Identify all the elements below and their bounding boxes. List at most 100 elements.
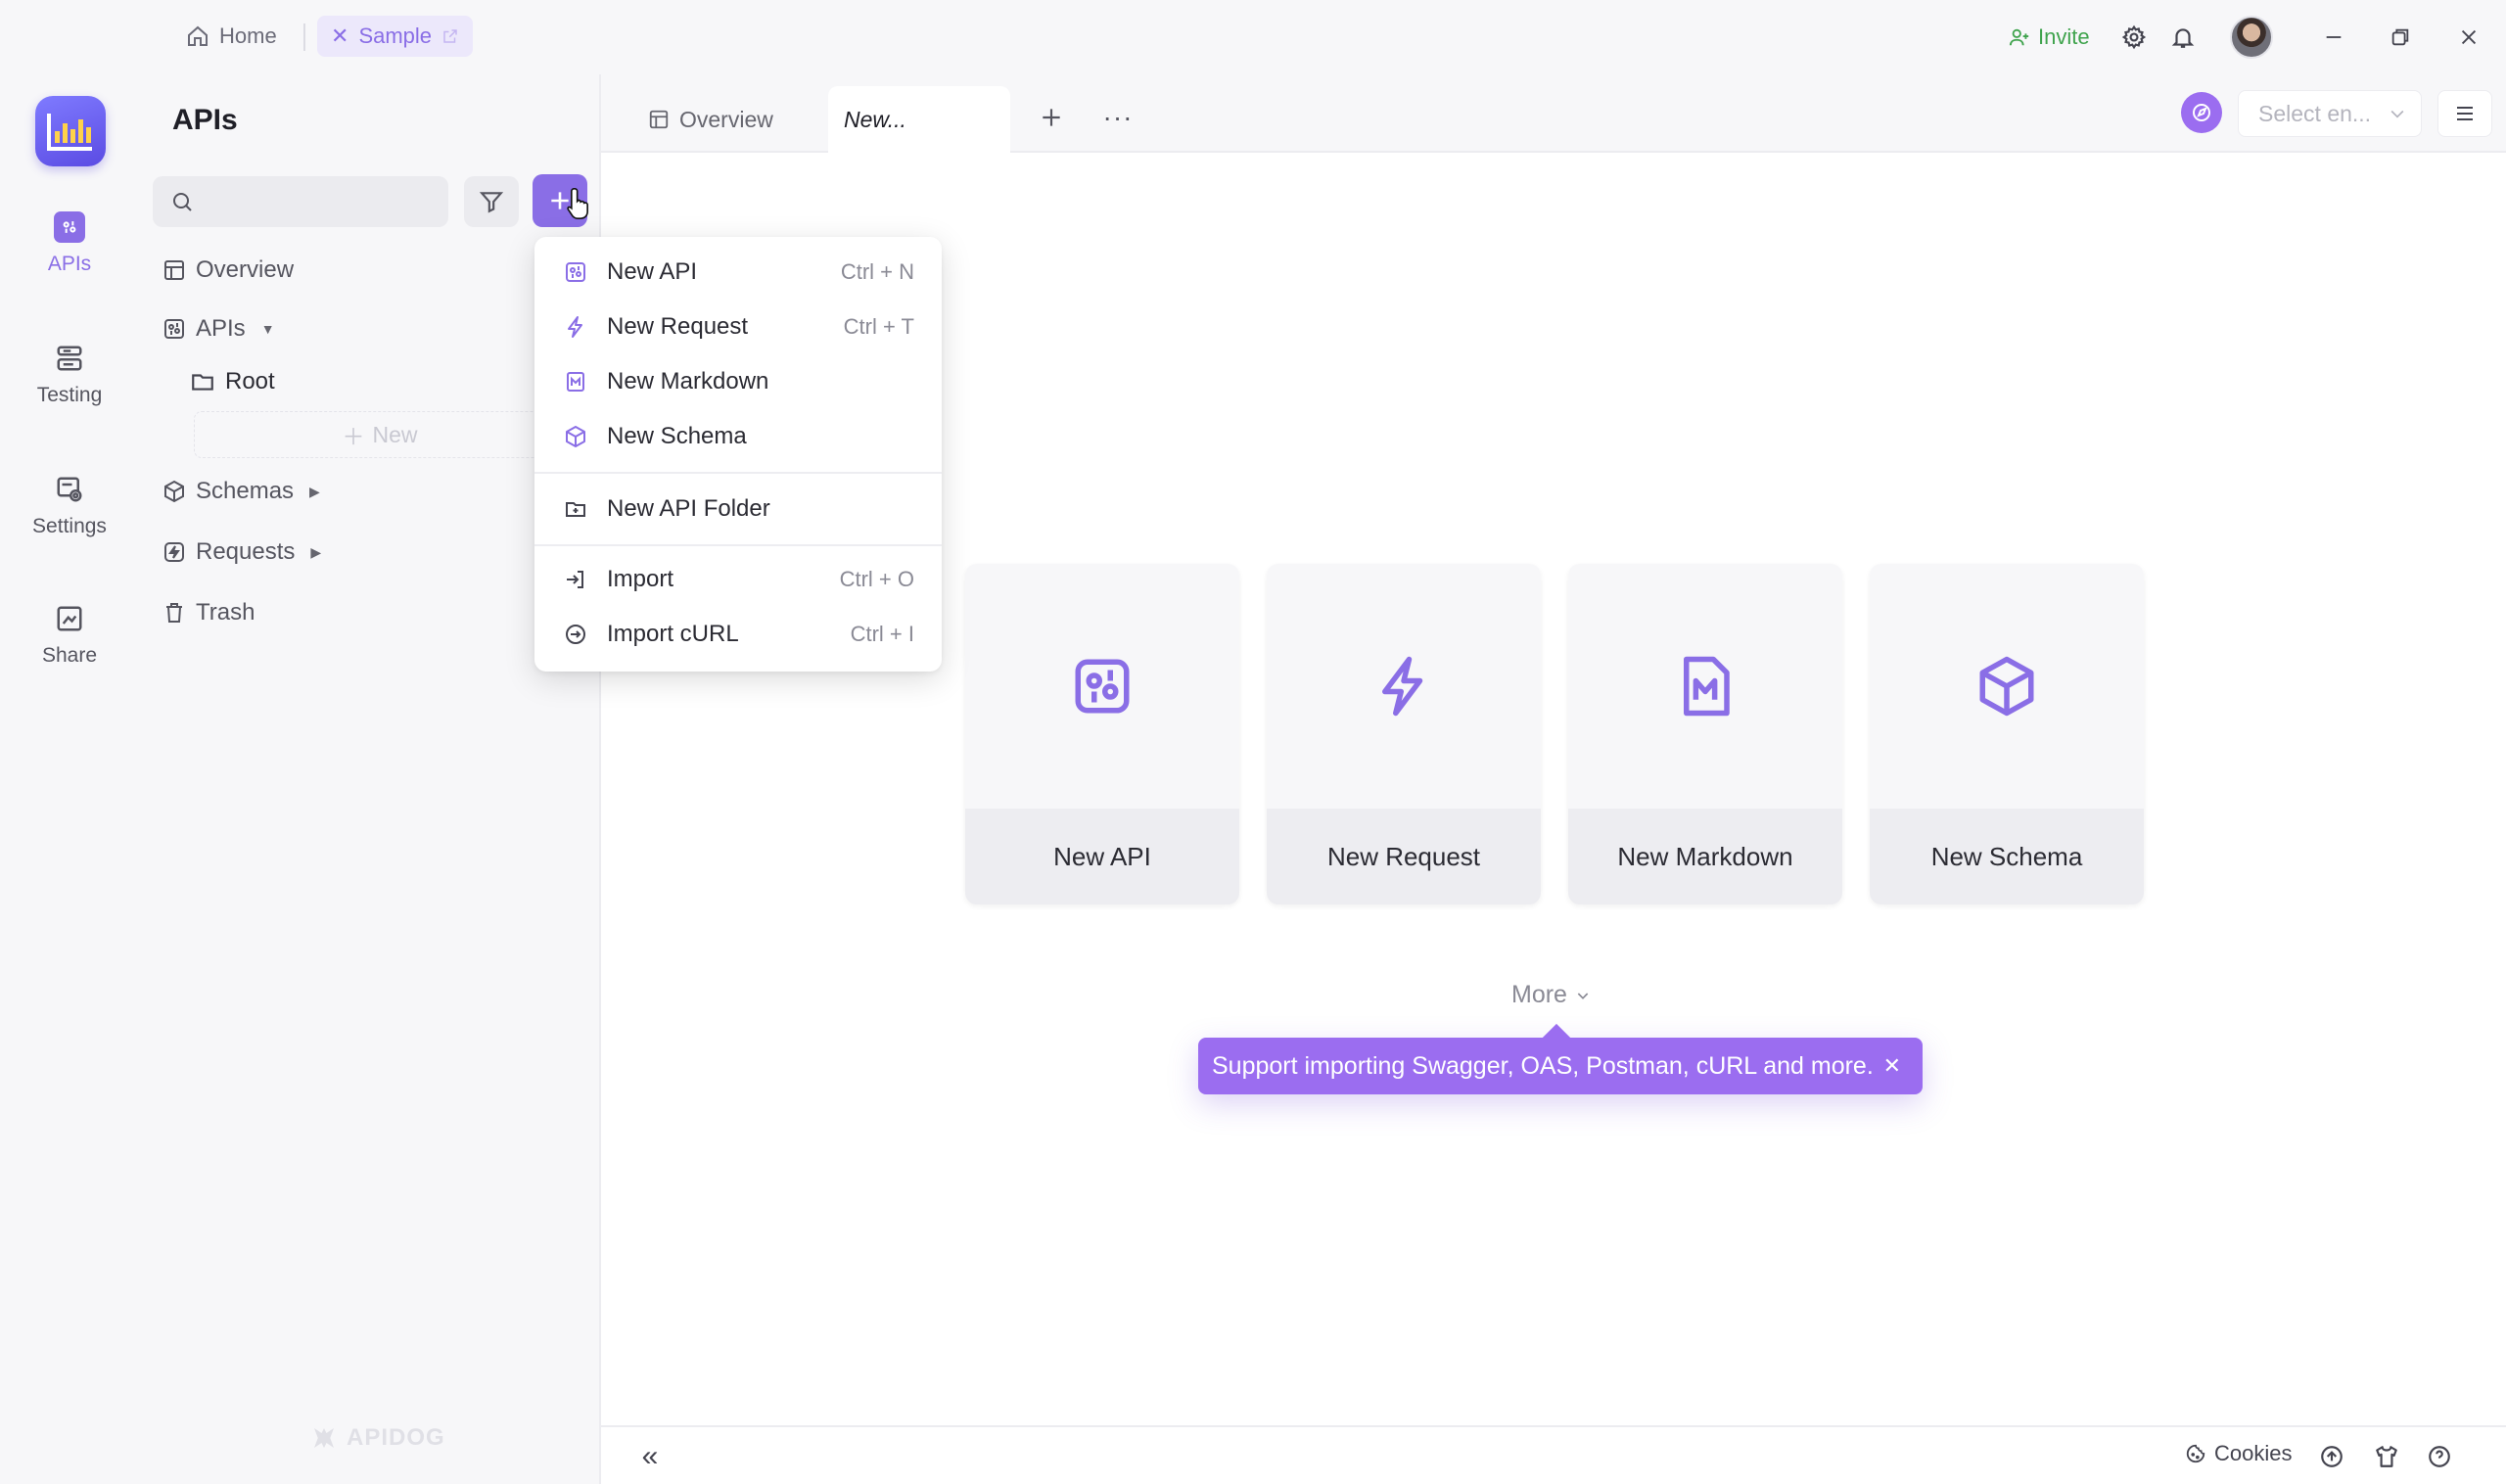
sidebar-item-requests[interactable]: Requests ▶ — [162, 538, 321, 566]
upload-button[interactable] — [2316, 1441, 2347, 1472]
menu-item-new-schema[interactable]: New Schema — [534, 409, 942, 464]
menu-item-import[interactable]: Import Ctrl + O — [534, 552, 942, 607]
tip-text: Support importing Swagger, OAS, Postman,… — [1212, 1051, 1874, 1080]
cookies-button[interactable]: Cookies — [2185, 1441, 2292, 1466]
collapse-sidebar-button[interactable]: « — [630, 1439, 670, 1474]
shirt-button[interactable] — [2371, 1441, 2402, 1472]
rail-item-settings[interactable]: Settings — [0, 474, 139, 538]
settings-button[interactable] — [2114, 18, 2154, 57]
settings-icon — [54, 474, 85, 505]
more-horizontal-icon: ··· — [1102, 102, 1134, 132]
menu-item-label: Import — [607, 566, 674, 592]
external-link-icon[interactable] — [441, 27, 459, 45]
search-box[interactable] — [153, 176, 448, 227]
menu-item-shortcut: Ctrl + O — [839, 567, 914, 591]
card-label: New API — [965, 809, 1239, 904]
more-tabs-button[interactable]: ··· — [1094, 94, 1141, 141]
new-item-row[interactable]: ＋ New — [194, 411, 566, 458]
rail-item-label: Share — [41, 644, 98, 667]
tab-home-label: Home — [219, 23, 277, 48]
card-new-api[interactable]: New API — [965, 564, 1239, 904]
card-new-request[interactable]: New Request — [1267, 564, 1541, 904]
menu-item-new-markdown[interactable]: New Markdown — [534, 354, 942, 409]
invite-button[interactable]: Invite — [2009, 16, 2090, 59]
import-curl-icon — [562, 621, 589, 648]
cube-icon — [164, 480, 184, 503]
apidog-watermark: APIDOG — [309, 1423, 445, 1453]
close-icon[interactable]: ✕ — [331, 23, 348, 49]
sidebar-item-label: Schemas — [196, 478, 295, 504]
trash-icon — [166, 603, 182, 623]
quick-create-cards: New API New Request New Markdown New Sch… — [965, 564, 2144, 904]
close-window-button[interactable] — [2449, 18, 2488, 57]
tab-new[interactable]: New... — [828, 86, 1010, 153]
plus-icon — [1043, 109, 1060, 126]
notifications-button[interactable] — [2163, 18, 2203, 57]
sidebar-item-trash[interactable]: Trash — [162, 599, 255, 626]
menu-item-label: New API Folder — [607, 495, 770, 522]
sidebar-item-apis[interactable]: APIs ▼ — [162, 315, 275, 343]
rail-item-testing[interactable]: Testing — [0, 343, 139, 407]
tab-sample[interactable]: ✕ Sample — [317, 16, 474, 57]
help-button[interactable] — [2424, 1441, 2455, 1472]
caret-right-icon: ▶ — [309, 483, 320, 499]
plus-icon: ＋ — [342, 424, 365, 449]
close-icon[interactable]: ✕ — [1883, 1053, 1901, 1079]
search-input[interactable] — [206, 189, 441, 214]
lightning-icon — [1267, 564, 1541, 809]
cube-icon — [562, 423, 589, 450]
add-user-icon — [2009, 28, 2029, 46]
app-logo[interactable] — [35, 96, 106, 166]
filter-icon — [479, 192, 504, 213]
filter-button[interactable] — [464, 176, 519, 227]
hamburger-icon — [2457, 107, 2473, 120]
new-tab-button[interactable] — [1028, 94, 1075, 141]
card-new-markdown[interactable]: New Markdown — [1568, 564, 1842, 904]
rail-item-label: Testing — [36, 384, 103, 406]
caret-down-icon: ▼ — [260, 321, 275, 337]
api-icon — [965, 564, 1239, 809]
tab-sample-label: Sample — [358, 23, 433, 48]
cookies-label: Cookies — [2214, 1441, 2293, 1465]
environment-select-placeholder: Select en... — [2258, 100, 2372, 126]
environment-select[interactable]: Select en... — [2238, 90, 2422, 137]
sidebar-item-overview[interactable]: Overview — [162, 256, 294, 284]
api-icon — [164, 319, 184, 339]
minimize-button[interactable] — [2314, 18, 2353, 57]
folder-icon — [192, 374, 213, 391]
sidebar-item-root[interactable]: Root — [190, 368, 275, 395]
card-new-schema[interactable]: New Schema — [1870, 564, 2144, 904]
menu-item-new-api[interactable]: New API Ctrl + N — [534, 245, 942, 300]
tab-overview-label: Overview — [679, 106, 773, 132]
menu-item-new-request[interactable]: New Request Ctrl + T — [534, 300, 942, 354]
sidebar-item-label: Requests — [196, 538, 296, 565]
restore-button[interactable] — [2381, 18, 2420, 57]
shirt-icon — [2376, 1446, 2397, 1467]
menu-item-import-curl[interactable]: Import cURL Ctrl + I — [534, 607, 942, 662]
api-icon — [54, 211, 85, 243]
tab-home[interactable]: Home — [172, 16, 291, 57]
restore-icon — [2391, 28, 2409, 46]
tab-bar: Overview New... ··· Select en... — [601, 74, 2506, 153]
footer-bar: « Cookies — [601, 1425, 2506, 1484]
new-item-label: New — [372, 421, 418, 447]
testing-icon — [54, 343, 85, 374]
menu-divider — [534, 472, 942, 474]
more-button[interactable]: More — [1511, 981, 1591, 1009]
sidebar-item-schemas[interactable]: Schemas ▶ — [162, 478, 320, 505]
avatar[interactable] — [2230, 16, 2273, 59]
environment-icon-button[interactable] — [2181, 92, 2222, 133]
menu-item-new-api-folder[interactable]: New API Folder — [534, 482, 942, 536]
logo-icon — [314, 1428, 334, 1448]
chevron-down-icon — [2390, 110, 2404, 118]
import-tip-banner: Support importing Swagger, OAS, Postman,… — [1198, 1038, 1923, 1094]
markdown-icon — [562, 368, 589, 395]
menu-item-label: New API — [607, 258, 698, 285]
tab-overview[interactable]: Overview — [632, 86, 789, 153]
caret-right-icon: ▶ — [310, 543, 322, 560]
menu-item-label: New Schema — [607, 423, 747, 449]
sidebar: APIs Overview APIs ▼ Root ＋ New Schemas … — [139, 74, 601, 1484]
rail-item-share[interactable]: Share — [0, 603, 139, 668]
rail-item-apis[interactable]: APIs — [0, 211, 139, 276]
menu-button[interactable] — [2437, 90, 2492, 137]
